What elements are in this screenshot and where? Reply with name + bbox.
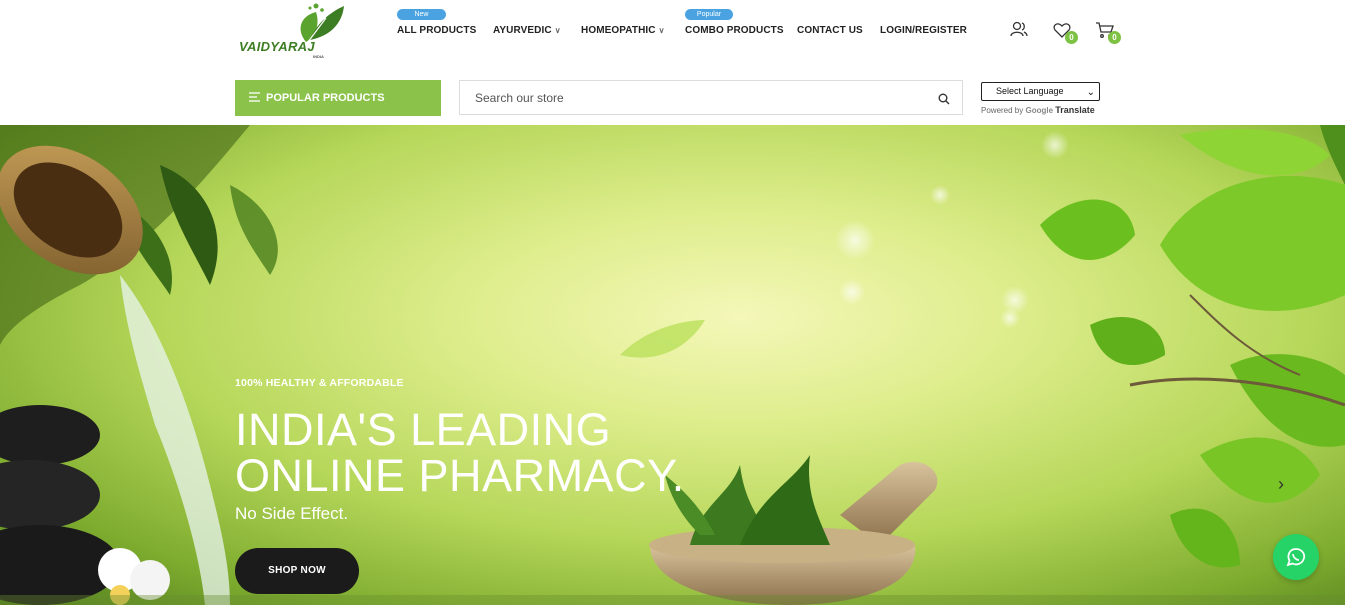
nav-homeopathic[interactable]: HOMEOPATHIC ∨ (581, 25, 665, 36)
wishlist-count: 0 (1065, 31, 1078, 44)
chevron-right-icon[interactable]: › (1278, 474, 1284, 495)
site-header: VAIDYARAJ INDIA New Popular ALL PRODUCTS… (0, 0, 1345, 125)
language-select-label: Select Language (996, 86, 1064, 96)
hero-title-line-1: INDIA'S LEADING (235, 404, 612, 455)
nav-combo-products[interactable]: COMBO PRODUCTS (685, 25, 784, 36)
hero-title-line-2: ONLINE PHARMACY. (235, 450, 685, 501)
hero-title: INDIA'S LEADING ONLINE PHARMACY. (235, 407, 755, 499)
nav-label: COMBO PRODUCTS (685, 25, 784, 36)
hero-banner: 100% HEALTHY & AFFORDABLE INDIA'S LEADIN… (0, 125, 1345, 605)
nav-label: LOGIN/REGISTER (880, 25, 967, 36)
google-logo-text: Google (1025, 106, 1054, 115)
powered-by-google-translate: Powered by Google Translate (981, 105, 1095, 115)
popular-badge: Popular (685, 9, 733, 20)
nav-ayurvedic[interactable]: AYURVEDIC ∨ (493, 25, 561, 36)
nav-login-register[interactable]: LOGIN/REGISTER (880, 25, 967, 36)
cart-count: 0 (1108, 31, 1121, 44)
whatsapp-icon[interactable] (1273, 534, 1319, 580)
nav-label: CONTACT US (797, 25, 863, 36)
popular-products-label: POPULAR PRODUCTS (266, 92, 385, 104)
hero-background-image (0, 125, 1345, 605)
search-bar (459, 80, 963, 115)
nav-label: HOMEOPATHIC (581, 25, 656, 36)
translate-link[interactable]: Translate (1055, 105, 1095, 115)
nav-contact-us[interactable]: CONTACT US (797, 25, 863, 36)
menu-icon (249, 91, 260, 105)
chevron-down-icon: ⌄ (1086, 87, 1095, 98)
brand-name: VAIDYARAJ (239, 39, 315, 54)
nav-label: ALL PRODUCTS (397, 25, 477, 36)
user-icon[interactable] (1009, 20, 1029, 40)
chevron-down-icon: ∨ (658, 26, 665, 35)
nav-label: AYURVEDIC (493, 25, 552, 36)
powered-by-text: Powered by (981, 106, 1024, 115)
hero-tagline: 100% HEALTHY & AFFORDABLE (235, 377, 404, 389)
hero-subtitle: No Side Effect. (235, 504, 349, 523)
popular-products-button[interactable]: POPULAR PRODUCTS (235, 80, 441, 116)
search-icon[interactable] (938, 92, 950, 110)
brand-sub: INDIA (313, 54, 324, 59)
new-badge: New (397, 9, 446, 20)
chevron-down-icon: ∨ (554, 26, 561, 35)
language-select[interactable]: Select Language ⌄ (981, 82, 1100, 101)
shop-now-button[interactable]: SHOP NOW (235, 548, 359, 594)
search-input[interactable] (460, 81, 920, 114)
brand-logo[interactable]: VAIDYARAJ INDIA (238, 2, 358, 62)
nav-all-products[interactable]: ALL PRODUCTS (397, 25, 476, 36)
